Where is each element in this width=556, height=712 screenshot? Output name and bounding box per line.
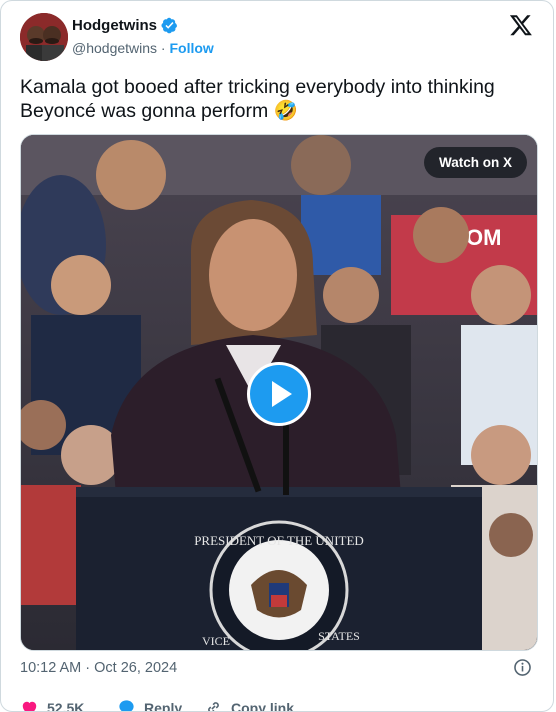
seal-text-top: PRESIDENT OF THE UNITED xyxy=(194,533,364,548)
author-display-name[interactable]: Hodgetwins xyxy=(72,17,157,34)
tweet-text: Kamala got booed after tricking everybod… xyxy=(20,76,495,122)
seal-text-right: STATES xyxy=(318,629,360,643)
like-count: 52.5K xyxy=(47,699,85,712)
author-handle-row: @hodgetwins · Follow xyxy=(72,40,214,56)
watch-on-x-button[interactable]: Watch on X xyxy=(424,147,527,178)
reply-icon xyxy=(119,700,134,711)
separator-dot: · xyxy=(157,40,170,56)
play-button[interactable] xyxy=(247,362,311,426)
copy-link-label: Copy link xyxy=(231,699,295,712)
avatar[interactable] xyxy=(20,13,68,61)
seal-text-left: VICE xyxy=(202,634,230,648)
heart-icon xyxy=(22,701,37,711)
tweet-timestamp[interactable]: 10:12 AM · Oct 26, 2024 xyxy=(20,660,177,676)
avatar-image xyxy=(20,13,68,61)
verified-badge-icon xyxy=(161,17,178,34)
play-icon xyxy=(272,381,292,407)
video-player[interactable]: DOOM PRESIDENT OF THE UNIT xyxy=(20,134,538,651)
author-handle[interactable]: @hodgetwins xyxy=(72,40,157,56)
follow-button[interactable]: Follow xyxy=(170,40,214,56)
reply-label: Reply xyxy=(144,699,183,712)
copy-link-button[interactable]: Copy link xyxy=(204,698,295,712)
x-logo-icon[interactable] xyxy=(509,13,533,37)
action-bar: 52.5K Reply Copy link xyxy=(20,698,295,712)
author-name-row[interactable]: Hodgetwins xyxy=(72,17,178,34)
info-icon[interactable] xyxy=(513,658,532,677)
like-button[interactable]: 52.5K xyxy=(20,698,117,712)
reply-button[interactable]: Reply xyxy=(117,698,204,712)
link-icon xyxy=(208,702,219,711)
tweet-card: Hodgetwins @hodgetwins · Follow Kamala g… xyxy=(0,0,554,712)
